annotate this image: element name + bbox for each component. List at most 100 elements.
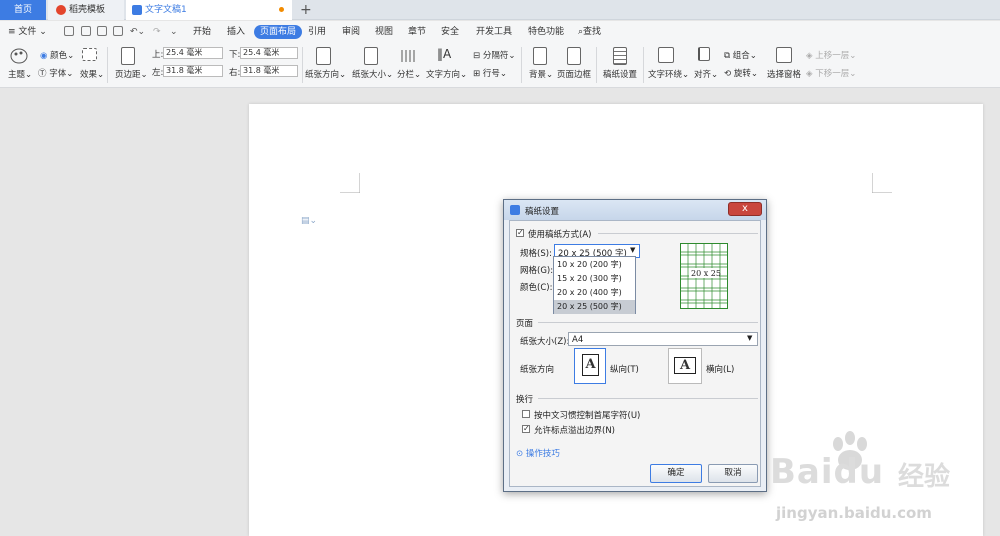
cancel-button[interactable]: 取消	[708, 464, 758, 483]
effect-icon[interactable]	[82, 48, 97, 61]
watermark-url: jingyan.baidu.com	[776, 504, 932, 522]
effect-button[interactable]: 效果⌄	[80, 68, 104, 80]
grid-label: 网格(G):	[520, 266, 554, 276]
menu-chapter[interactable]: 章节	[408, 25, 426, 39]
line-number-button[interactable]: ⊞ 行号⌄	[473, 67, 507, 79]
redo-icon[interactable]: ↷	[153, 25, 161, 39]
menu-insert[interactable]: 插入	[227, 25, 245, 39]
text-wrap-icon[interactable]	[658, 47, 674, 63]
text-direction-button[interactable]: 文字方向⌄	[426, 68, 467, 80]
bottom-margin-label: 下:	[229, 50, 241, 60]
spec-option-selected[interactable]: 20 x 25 (500 字)	[554, 300, 635, 314]
file-menu-label: 文件	[18, 27, 37, 37]
close-button[interactable]: x	[728, 202, 762, 216]
columns-icon[interactable]	[400, 48, 416, 64]
theme-icon[interactable]	[10, 48, 28, 64]
tips-link[interactable]: ⊙ 操作技巧	[516, 447, 560, 459]
orientation-button[interactable]: 纸张方向⌄	[305, 68, 346, 80]
paragraph-marker-icon[interactable]: ▤⌄	[301, 216, 317, 226]
file-menu[interactable]: ≡ 文件 ⌄	[8, 25, 47, 39]
wrap-section-label: 换行	[516, 395, 534, 405]
export-pdf-icon[interactable]	[81, 26, 91, 36]
line-number-icon: ⊞	[473, 69, 483, 79]
ribbon-separator	[521, 47, 522, 83]
bring-forward-icon: ◈	[806, 51, 816, 61]
allow-punct-checkbox[interactable]: ✓	[522, 425, 530, 433]
font-icon: Ⓣ	[38, 69, 50, 79]
tab-template[interactable]: 稻壳模板	[48, 0, 124, 20]
paper-size-select[interactable]: A4 ▼	[568, 332, 758, 346]
menu-review[interactable]: 审阅	[342, 25, 360, 39]
menu-reference[interactable]: 引用	[308, 25, 326, 39]
page-border-icon[interactable]	[567, 47, 581, 65]
rotate-button[interactable]: ⟲ 旋转⌄	[724, 67, 758, 79]
left-margin-input[interactable]: 31.8 毫米	[163, 65, 223, 77]
use-manuscript-checkbox[interactable]: ✓	[516, 229, 524, 237]
new-tab-button[interactable]: +	[300, 0, 312, 20]
right-margin-input[interactable]: 31.8 毫米	[240, 65, 298, 77]
watermark-brand: Baidu	[770, 452, 885, 492]
margins-button[interactable]: 页边距⌄	[115, 68, 148, 80]
customize-icon[interactable]: ⌄	[170, 25, 178, 39]
undo-icon[interactable]: ↶⌄	[130, 25, 145, 39]
ok-button[interactable]: 确定	[650, 464, 702, 483]
tab-document[interactable]: 文字文稿1	[126, 0, 292, 20]
left-margin-label: 左:	[152, 68, 164, 78]
theme-button[interactable]: 主题⌄	[8, 68, 32, 80]
align-button[interactable]: 对齐⌄	[694, 68, 718, 80]
background-button[interactable]: 背景⌄	[529, 68, 553, 80]
search-box[interactable]: ⌕查找	[578, 25, 601, 39]
color-button[interactable]: ◉ 颜色⌄	[40, 49, 74, 61]
right-margin-label: 右:	[229, 68, 241, 78]
portrait-button[interactable]: A	[574, 348, 606, 384]
section-divider	[598, 233, 758, 234]
print-preview-icon[interactable]	[113, 26, 123, 36]
margin-corner-top-left	[340, 173, 360, 193]
dialog-titlebar[interactable]: 稿纸设置 x	[504, 200, 766, 220]
spec-option[interactable]: 15 x 20 (300 字)	[554, 272, 635, 286]
allow-punct-label: 允许标点溢出边界(N)	[534, 426, 615, 436]
ribbon-separator	[302, 47, 303, 83]
color-label: 颜色(C):	[520, 283, 553, 293]
group-button[interactable]: ⧉ 组合⌄	[724, 49, 757, 61]
text-direction-icon[interactable]: ‖A	[437, 47, 451, 61]
spec-option[interactable]: 10 x 20 (200 字)	[554, 258, 635, 272]
menu-developer[interactable]: 开发工具	[476, 25, 512, 39]
print-icon[interactable]	[97, 26, 107, 36]
paper-size-value: A4	[572, 335, 584, 345]
font-button[interactable]: Ⓣ 字体⌄	[38, 67, 73, 79]
color-icon: ◉	[40, 51, 51, 61]
menu-security[interactable]: 安全	[441, 25, 459, 39]
manuscript-icon[interactable]	[613, 47, 627, 65]
landscape-label[interactable]: 横向(L)	[706, 363, 734, 375]
menu-page-layout[interactable]: 页面布局	[254, 25, 303, 39]
margins-icon[interactable]	[121, 47, 135, 65]
orientation-icon[interactable]	[316, 47, 331, 65]
manuscript-preview: 20 x 25	[680, 243, 728, 309]
portrait-label[interactable]: 纵向(T)	[610, 363, 639, 375]
unsaved-dot-icon	[279, 7, 284, 12]
align-icon[interactable]	[698, 47, 710, 61]
ribbon-separator	[643, 47, 644, 83]
chinese-rule-checkbox[interactable]	[522, 410, 530, 418]
menu-view[interactable]: 视图	[375, 25, 393, 39]
columns-button[interactable]: 分栏⌄	[397, 68, 421, 80]
tab-home[interactable]: 首页	[0, 0, 46, 20]
save-icon[interactable]	[64, 26, 74, 36]
dialog-title: 稿纸设置	[525, 207, 560, 217]
bottom-margin-input[interactable]: 25.4 毫米	[240, 47, 298, 59]
paper-size-button[interactable]: 纸张大小⌄	[352, 68, 393, 80]
manuscript-button[interactable]: 稿纸设置	[603, 68, 637, 80]
selection-pane-icon[interactable]	[776, 47, 792, 63]
background-icon[interactable]	[533, 47, 547, 65]
landscape-button[interactable]: A	[668, 348, 702, 384]
text-wrap-button[interactable]: 文字环绕⌄	[648, 68, 689, 80]
menu-special[interactable]: 特色功能	[528, 25, 564, 39]
page-border-button[interactable]: 页面边框	[557, 68, 591, 80]
paper-size-icon[interactable]	[364, 47, 378, 65]
top-margin-input[interactable]: 25.4 毫米	[163, 47, 223, 59]
selection-pane-button[interactable]: 选择窗格	[767, 68, 801, 80]
separator-button[interactable]: ⊟ 分隔符⌄	[473, 49, 515, 61]
menu-start[interactable]: 开始	[193, 25, 211, 39]
spec-option[interactable]: 20 x 20 (400 字)	[554, 286, 635, 300]
